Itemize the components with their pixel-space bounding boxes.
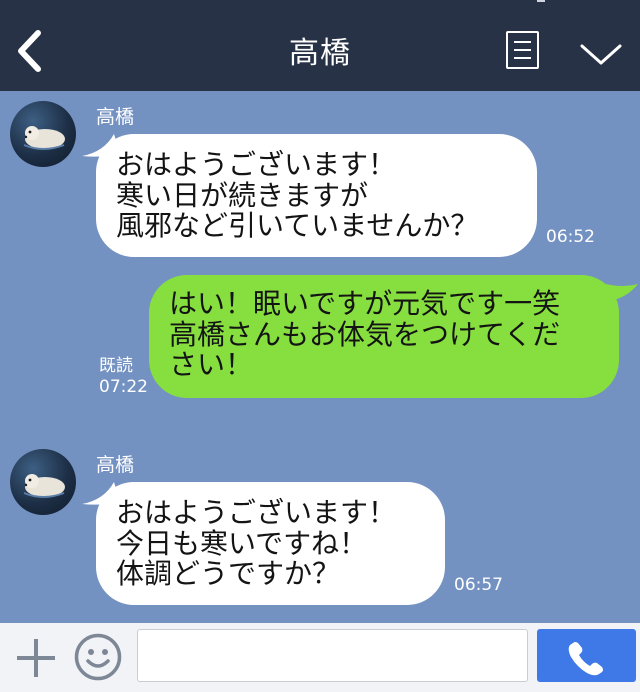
phone-icon [568, 642, 603, 676]
message-input-bar [0, 623, 640, 692]
plus-button[interactable] [15, 637, 57, 679]
status-indicator-icon [537, 0, 545, 2]
back-button[interactable] [12, 26, 52, 76]
chat-title: 高橋 [289, 36, 351, 71]
sender-name: 高橋 [96, 454, 135, 476]
expand-button[interactable] [578, 36, 624, 68]
message-time: 07:22 [99, 377, 148, 397]
chat-header: 高橋 [0, 0, 640, 91]
chevron-down-icon [580, 44, 622, 65]
message-input[interactable] [137, 629, 528, 682]
read-label: 既読 [99, 356, 133, 376]
call-button[interactable] [537, 629, 636, 682]
avatar[interactable] [10, 101, 76, 167]
sender-name: 高橋 [96, 106, 135, 128]
otter-avatar-icon [23, 474, 65, 498]
message-bubble-incoming[interactable]: おはようございます！ 寒い日が続きますが 風邪など引いていませんか？ [96, 134, 537, 257]
read-receipt: 既読 07:22 [99, 356, 148, 398]
emoji-button[interactable] [73, 632, 123, 682]
message-time: 06:57 [454, 575, 503, 595]
chevron-left-icon [18, 30, 41, 72]
smiley-icon [74, 633, 122, 681]
otter-avatar-icon [23, 126, 65, 150]
message-bubble-incoming[interactable]: おはようございます！ 今日も寒いですね！ 体調どうですか？ [96, 482, 445, 605]
message-bubble-outgoing[interactable]: はい！眠いですが元気です一笑 高橋さんもお体気をつけてくだ さい！ [149, 275, 619, 398]
avatar[interactable] [10, 449, 76, 515]
menu-button[interactable] [506, 31, 539, 69]
message-time: 06:52 [546, 227, 595, 247]
plus-icon [17, 639, 55, 677]
